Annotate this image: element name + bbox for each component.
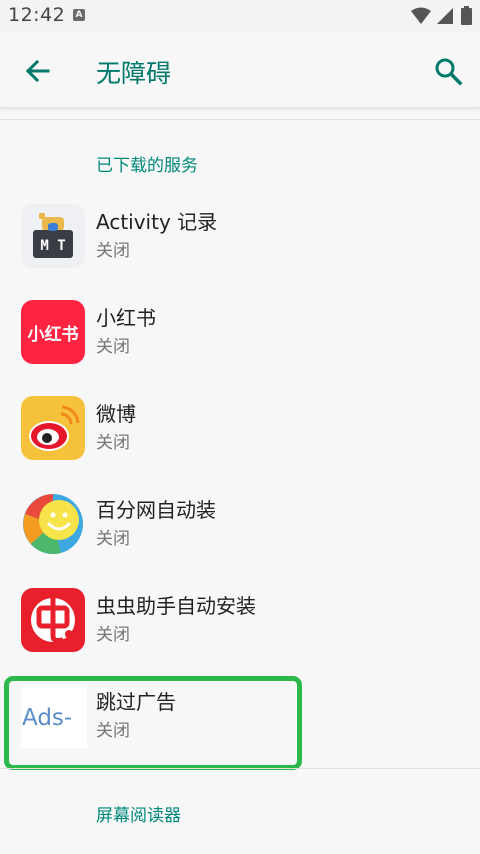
list-item-weibo[interactable]: 微博 关闭: [0, 382, 480, 478]
mt-activity-icon: M T: [21, 204, 85, 268]
svg-text:小红书: 小红书: [28, 324, 79, 345]
section-header-downloaded-services: 已下载的服务: [96, 156, 198, 176]
highlight-frame: [4, 676, 302, 770]
service-status: 关闭: [96, 625, 130, 645]
list-item-xiaohongshu[interactable]: 小红书 小红书 关闭: [0, 286, 480, 382]
service-status: 关闭: [96, 337, 130, 357]
service-status: 关闭: [96, 241, 130, 261]
divider: [0, 119, 480, 120]
status-bar: 12:42 A: [0, 0, 480, 32]
service-name: 百分网自动装: [96, 498, 216, 522]
section-header-screen-reader: 屏幕阅读器: [96, 806, 181, 826]
service-name: 虫虫助手自动安装: [96, 594, 256, 618]
list-item-activity-record[interactable]: M T Activity 记录 关闭: [0, 190, 480, 286]
service-status: 关闭: [96, 529, 130, 549]
page-title: 无障碍: [96, 59, 172, 88]
service-status: 关闭: [96, 433, 130, 453]
chongchong-icon: [21, 588, 85, 652]
battery-icon: [461, 6, 472, 25]
svg-text:M T: M T: [40, 238, 65, 254]
baifen-icon: [21, 492, 85, 556]
status-time: 12:42: [8, 4, 66, 26]
xiaohongshu-icon: 小红书: [21, 300, 85, 364]
android-auto-icon: A: [73, 9, 85, 21]
wifi-icon: [411, 7, 431, 24]
weibo-icon: [21, 396, 85, 460]
list-item-chongchong-auto-install[interactable]: 虫虫助手自动安装 关闭: [0, 574, 480, 670]
signal-icon: [437, 8, 453, 24]
app-bar: 无障碍: [0, 32, 480, 107]
service-name: 小红书: [96, 306, 156, 330]
service-name: 微博: [96, 402, 136, 426]
divider: [0, 768, 480, 769]
service-name: Activity 记录: [96, 210, 218, 234]
arrow-back-icon[interactable]: [22, 56, 52, 86]
search-icon[interactable]: [432, 55, 464, 87]
list-item-baifen-auto-install[interactable]: 百分网自动装 关闭: [0, 478, 480, 574]
